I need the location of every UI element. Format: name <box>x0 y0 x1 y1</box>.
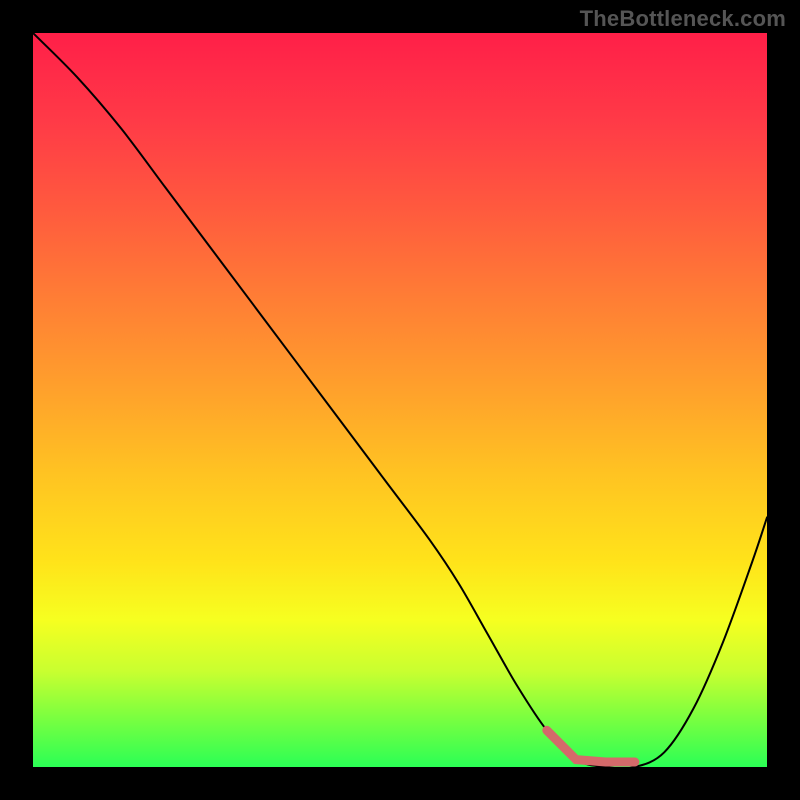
valley-highlight-path <box>547 730 635 762</box>
watermark-text: TheBottleneck.com <box>580 6 786 32</box>
plot-area <box>33 33 767 767</box>
chart-stage: TheBottleneck.com <box>0 0 800 800</box>
curve-layer <box>33 33 767 767</box>
bottleneck-curve-path <box>33 33 767 767</box>
